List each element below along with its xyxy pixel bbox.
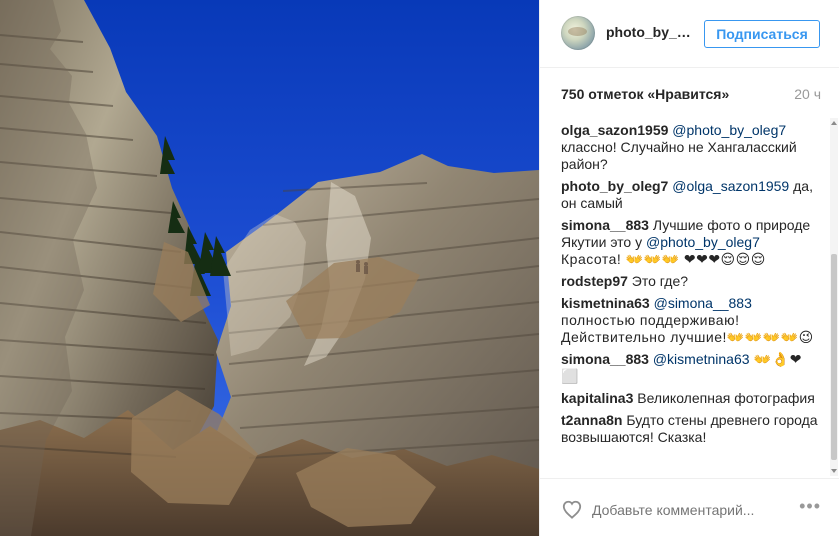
comment-item: rodstep97 Это где? [561, 273, 819, 290]
comment-author[interactable]: simona__883 [561, 217, 649, 233]
instagram-post-view: photo_by_o... Подписаться 750 отметок «Н… [0, 0, 839, 536]
comment-item: t2anna8n Будто стены древнего города воз… [561, 412, 819, 446]
comment-text: Красота! 👐👐👐 ❤❤❤😌😌😌 [561, 251, 766, 267]
comment-author[interactable]: t2anna8n [561, 412, 622, 428]
comment-input[interactable] [592, 501, 762, 519]
comment-item: olga_sazon1959 @photo_by_oleg7 классно! … [561, 122, 819, 173]
comment-author[interactable]: photo_by_oleg7 [561, 178, 668, 194]
comment-text: Это где? [627, 273, 689, 289]
comment-mention[interactable]: @olga_sazon1959 [672, 178, 789, 194]
scroll-up-icon[interactable] [831, 121, 837, 125]
comment-author[interactable]: olga_sazon1959 [561, 122, 668, 138]
comment-item: kapitalina3 Великолепная фотография [561, 390, 819, 407]
heart-icon[interactable] [561, 499, 583, 519]
post-photo[interactable] [0, 0, 539, 536]
comment-composer: ••• [540, 478, 839, 536]
comments-scrollbar[interactable] [830, 118, 838, 476]
comment-item: kismetnina63 @simona__883 полностью подд… [561, 295, 819, 346]
post-sidebar: photo_by_o... Подписаться 750 отметок «Н… [539, 0, 839, 536]
comment-text: полностью поддерживаю! Действительно луч… [561, 312, 814, 345]
post-header: photo_by_o... Подписаться [540, 0, 839, 68]
comment-text: классно! Случайно не Хангаласский район? [561, 139, 797, 172]
comment-mention[interactable]: @photo_by_oleg7 [646, 234, 760, 250]
post-time: 20 ч [794, 86, 821, 102]
follow-button[interactable]: Подписаться [704, 20, 820, 48]
comment-text: Великолепная фотография [633, 390, 815, 406]
scroll-down-icon[interactable] [831, 469, 837, 473]
comment-mention[interactable]: @simona__883 [654, 295, 752, 311]
comment-author[interactable]: rodstep97 [561, 273, 628, 289]
more-options-icon[interactable]: ••• [799, 497, 821, 515]
photo-image [0, 0, 539, 536]
likes-count[interactable]: 750 отметок «Нравится» [561, 86, 729, 102]
scrollbar-thumb[interactable] [831, 254, 837, 460]
post-stats: 750 отметок «Нравится» 20 ч [540, 68, 839, 114]
comment-author[interactable]: simona__883 [561, 351, 649, 367]
comment-author[interactable]: kismetnina63 [561, 295, 650, 311]
comment-item: simona__883 @kismetnina63 👐👌❤⬜ [561, 351, 819, 385]
comment-item: photo_by_oleg7 @olga_sazon1959 да, он са… [561, 178, 819, 212]
comment-mention[interactable]: @photo_by_oleg7 [672, 122, 786, 138]
author-avatar[interactable] [561, 16, 595, 50]
comment-item: simona__883 Лучшие фото о природе Якутии… [561, 217, 819, 268]
comment-author[interactable]: kapitalina3 [561, 390, 633, 406]
comment-mention[interactable]: @kismetnina63 [653, 351, 750, 367]
author-username[interactable]: photo_by_o... [606, 24, 696, 40]
comment-list[interactable]: olga_sazon1959 @photo_by_oleg7 классно! … [561, 122, 819, 462]
